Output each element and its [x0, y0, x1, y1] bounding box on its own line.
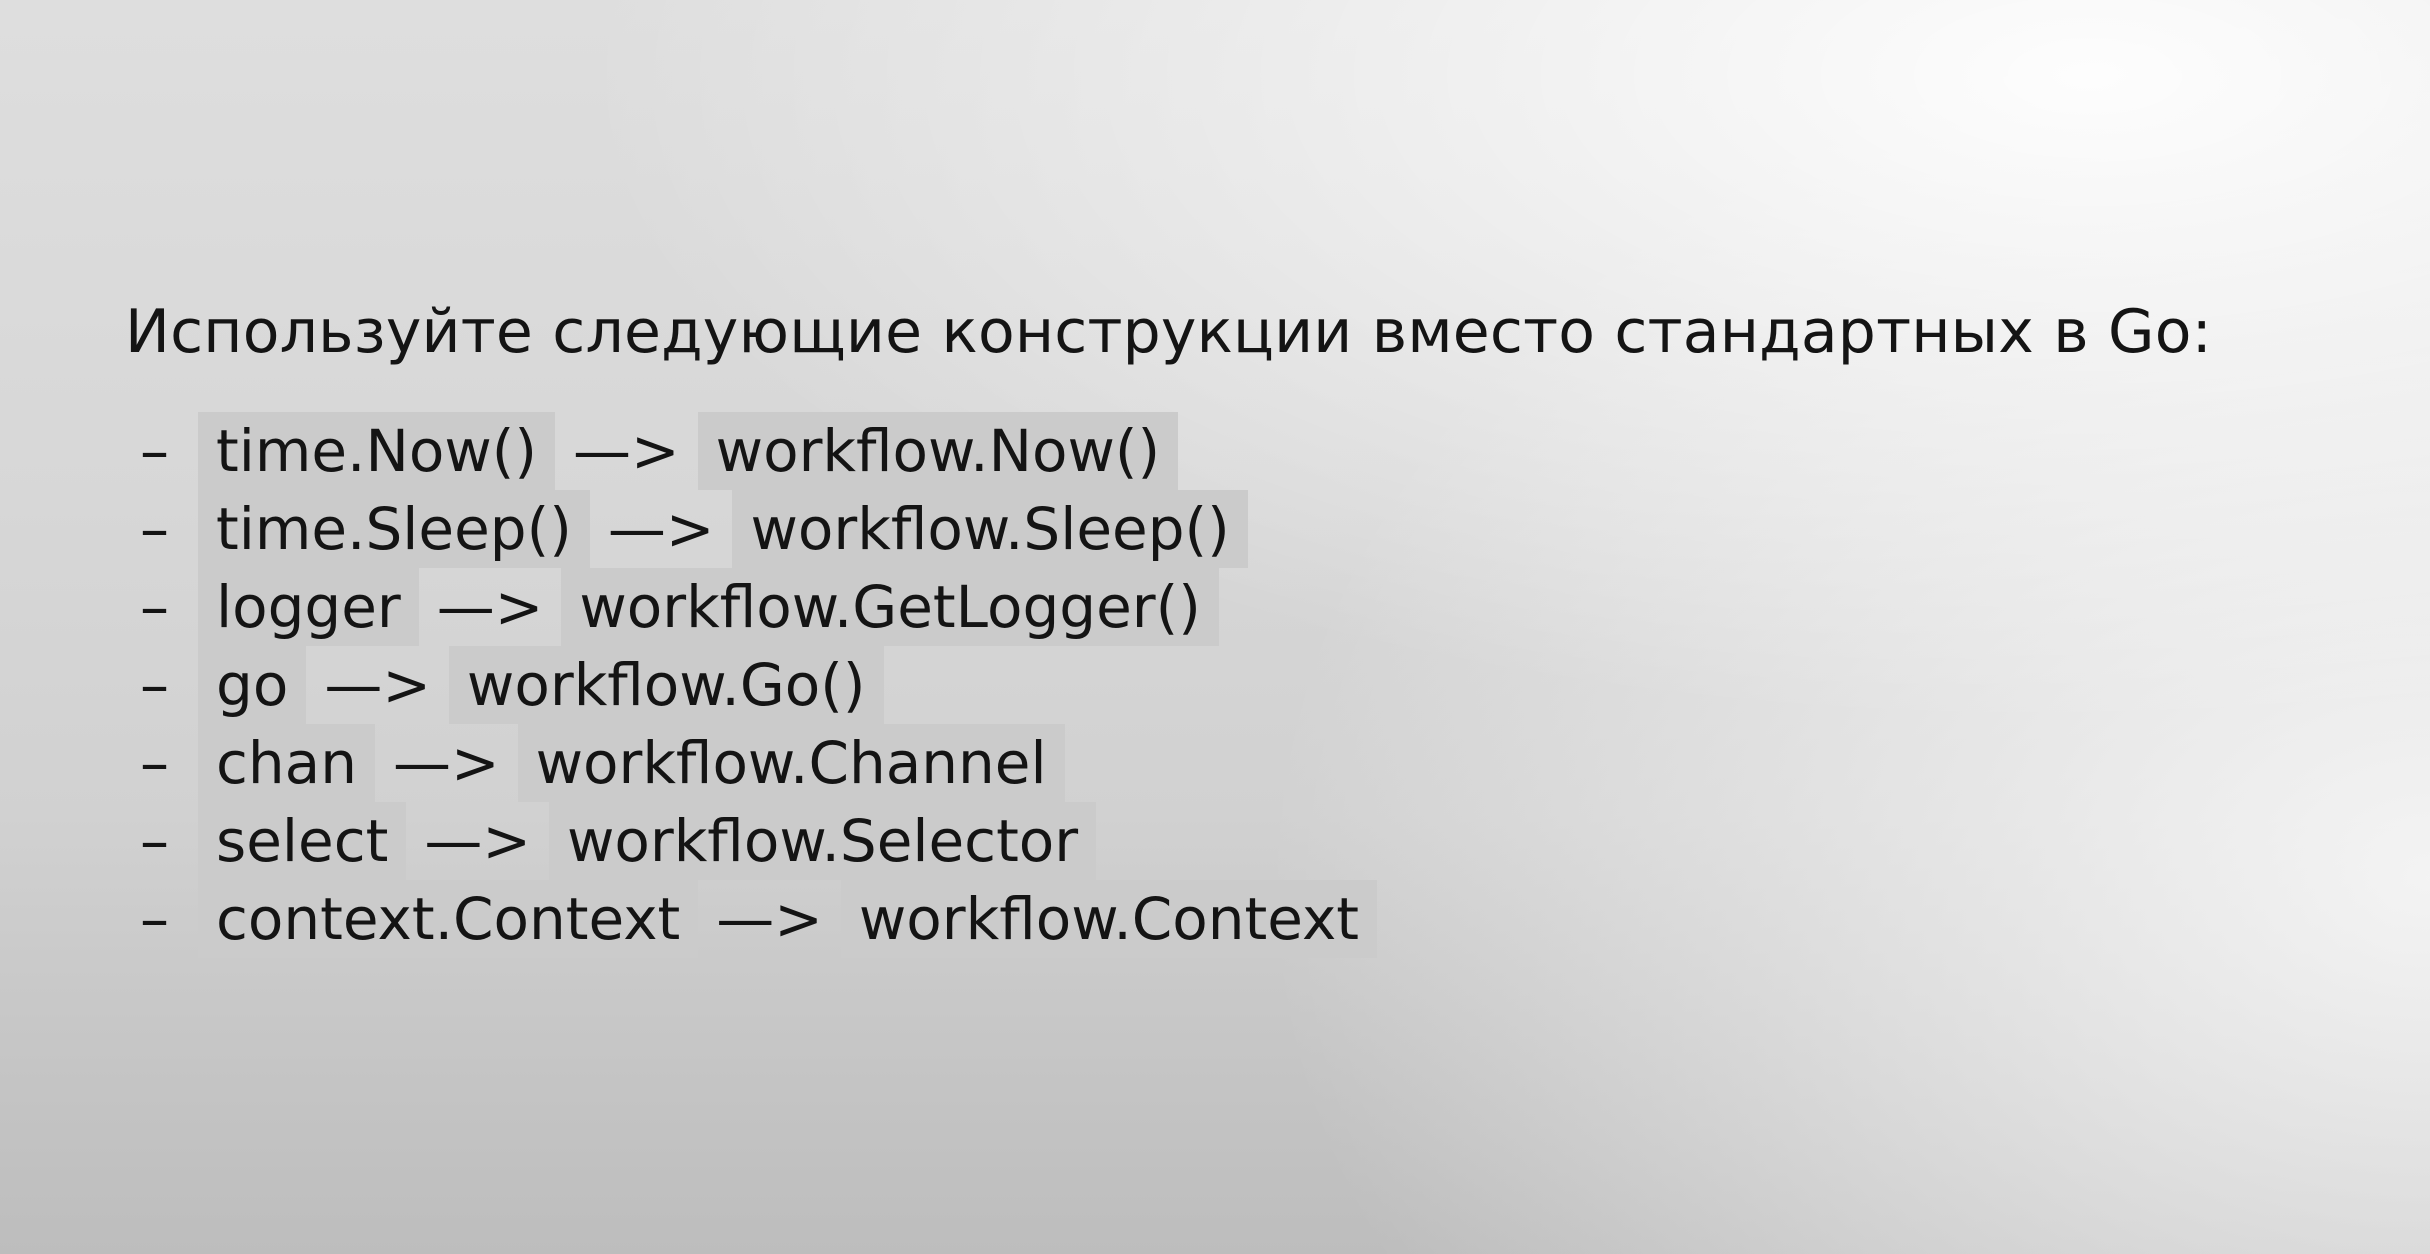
workflow-construct: workflow.Channel	[517, 724, 1065, 802]
arrow-icon: —>	[424, 807, 531, 875]
list-dash: –	[140, 495, 169, 563]
workflow-construct: workflow.Sleep()	[732, 490, 1248, 568]
list-item: – chan —> workflow.Channel	[140, 724, 1377, 802]
list-item: – context.Context —> workflow.Context	[140, 880, 1378, 958]
arrow-icon: —>	[392, 729, 500, 797]
workflow-construct: workflow.Context	[840, 880, 1378, 958]
list-dash: –	[140, 885, 169, 953]
workflow-construct: workflow.Go()	[448, 646, 884, 724]
standard-construct: chan	[198, 724, 375, 802]
arrow-icon: —>	[573, 417, 680, 485]
list-item: – time.Sleep() —> workflow.Sleep()	[140, 490, 1377, 568]
standard-construct: time.Sleep()	[198, 490, 590, 568]
list-item: – logger —> workflow.GetLogger()	[140, 568, 1377, 646]
list-dash: –	[140, 807, 169, 875]
standard-construct: time.Now()	[198, 412, 556, 490]
standard-construct: context.Context	[198, 880, 699, 958]
list-dash: –	[140, 573, 169, 641]
workflow-construct: workflow.GetLogger()	[561, 568, 1219, 646]
arrow-icon: —>	[324, 651, 431, 719]
list-item: – select —> workflow.Selector	[140, 802, 1377, 880]
list-dash: –	[140, 729, 169, 797]
standard-construct: logger	[198, 568, 419, 646]
standard-construct: go	[198, 646, 307, 724]
arrow-icon: —>	[607, 495, 715, 563]
arrow-icon: —>	[716, 885, 823, 953]
workflow-construct: workflow.Selector	[548, 802, 1097, 880]
slide: Используйте следующие конструкции вместо…	[0, 0, 2430, 1254]
list-dash: –	[140, 651, 169, 719]
slide-heading: Используйте следующие конструкции вместо…	[125, 297, 2213, 367]
standard-construct: select	[198, 802, 407, 880]
list-item: – time.Now() —> workflow.Now()	[140, 412, 1377, 490]
arrow-icon: —>	[436, 573, 544, 641]
list-item: – go —> workflow.Go()	[140, 646, 1377, 724]
replacement-list: – time.Now() —> workflow.Now() – time.Sl…	[140, 412, 1378, 958]
list-dash: –	[140, 417, 169, 485]
workflow-construct: workflow.Now()	[697, 412, 1179, 490]
